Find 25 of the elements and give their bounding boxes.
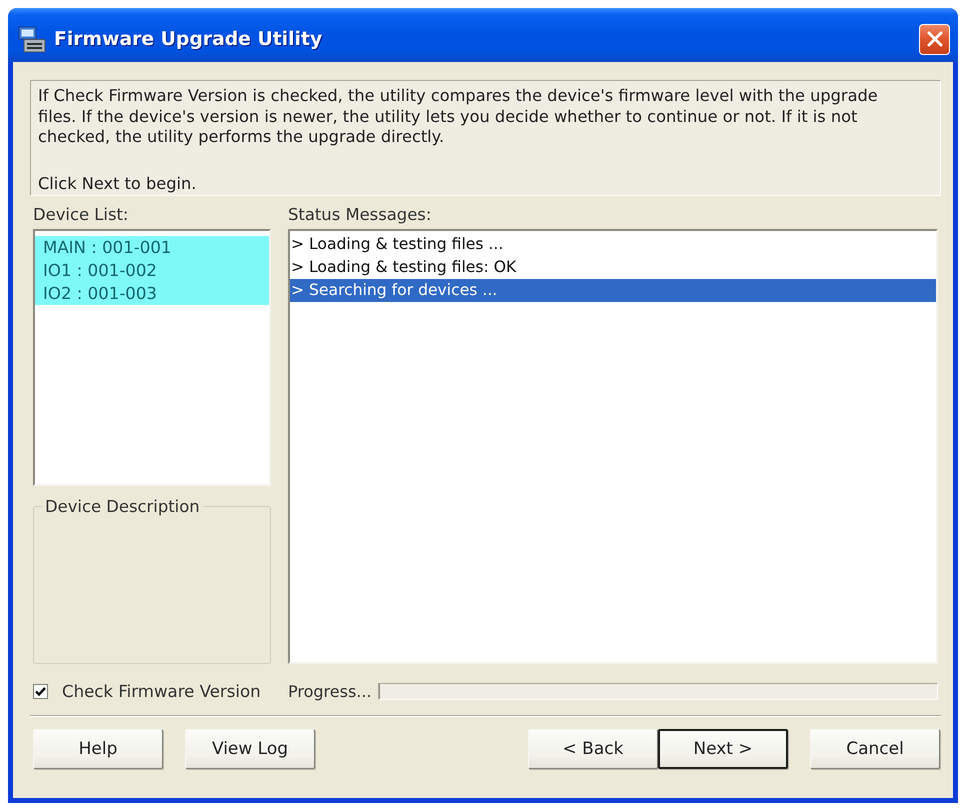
device-list[interactable]: MAIN : 001-001 IO1 : 001-002 IO2 : 001-003 [33, 229, 271, 486]
close-icon [926, 31, 942, 47]
status-list[interactable]: > Loading & testing files ... > Loading & testing files: OK > Searching for devices ... [288, 229, 938, 664]
checkbox-label[interactable]: Check Firmware Version [62, 682, 261, 701]
hint-text: Click Next to begin. [38, 174, 198, 194]
window-title: Firmware Upgrade Utility [54, 28, 322, 50]
checkbox[interactable] [33, 684, 48, 699]
dialog-button[interactable]: View Log [185, 729, 315, 769]
device-list-item[interactable]: IO2 : 001-003 [35, 282, 269, 305]
group-label: Device Description [44, 497, 201, 516]
progress-label: Progress... [288, 682, 372, 701]
app-icon [18, 26, 46, 52]
status-message[interactable]: > Searching for devices ... [290, 279, 936, 302]
instructions-text: If Check Firmware Version is checked, the utility compares the device's firmware level with the upgrade files. If the device's version is newer, the utility lets you decide whether to continue or not. If it is not checked, the utility performs the upgrade directly. [38, 86, 879, 148]
status-message[interactable]: > Loading & testing files: OK [290, 256, 936, 279]
dialog-button[interactable]: Cancel [810, 729, 940, 769]
device-list-label: Device List: [33, 204, 130, 226]
dialog-button[interactable]: Next > [658, 729, 788, 769]
dialog-button[interactable]: < Back [528, 729, 658, 769]
device-list-item[interactable]: MAIN : 001-001 [35, 236, 269, 259]
status-messages-label: Status Messages: [288, 204, 432, 226]
status-message[interactable]: > Loading & testing files ... [290, 233, 936, 256]
dialog-button[interactable]: Help [33, 729, 163, 769]
close-button[interactable] [919, 24, 950, 54]
device-list-item[interactable]: IO1 : 001-002 [35, 259, 269, 282]
